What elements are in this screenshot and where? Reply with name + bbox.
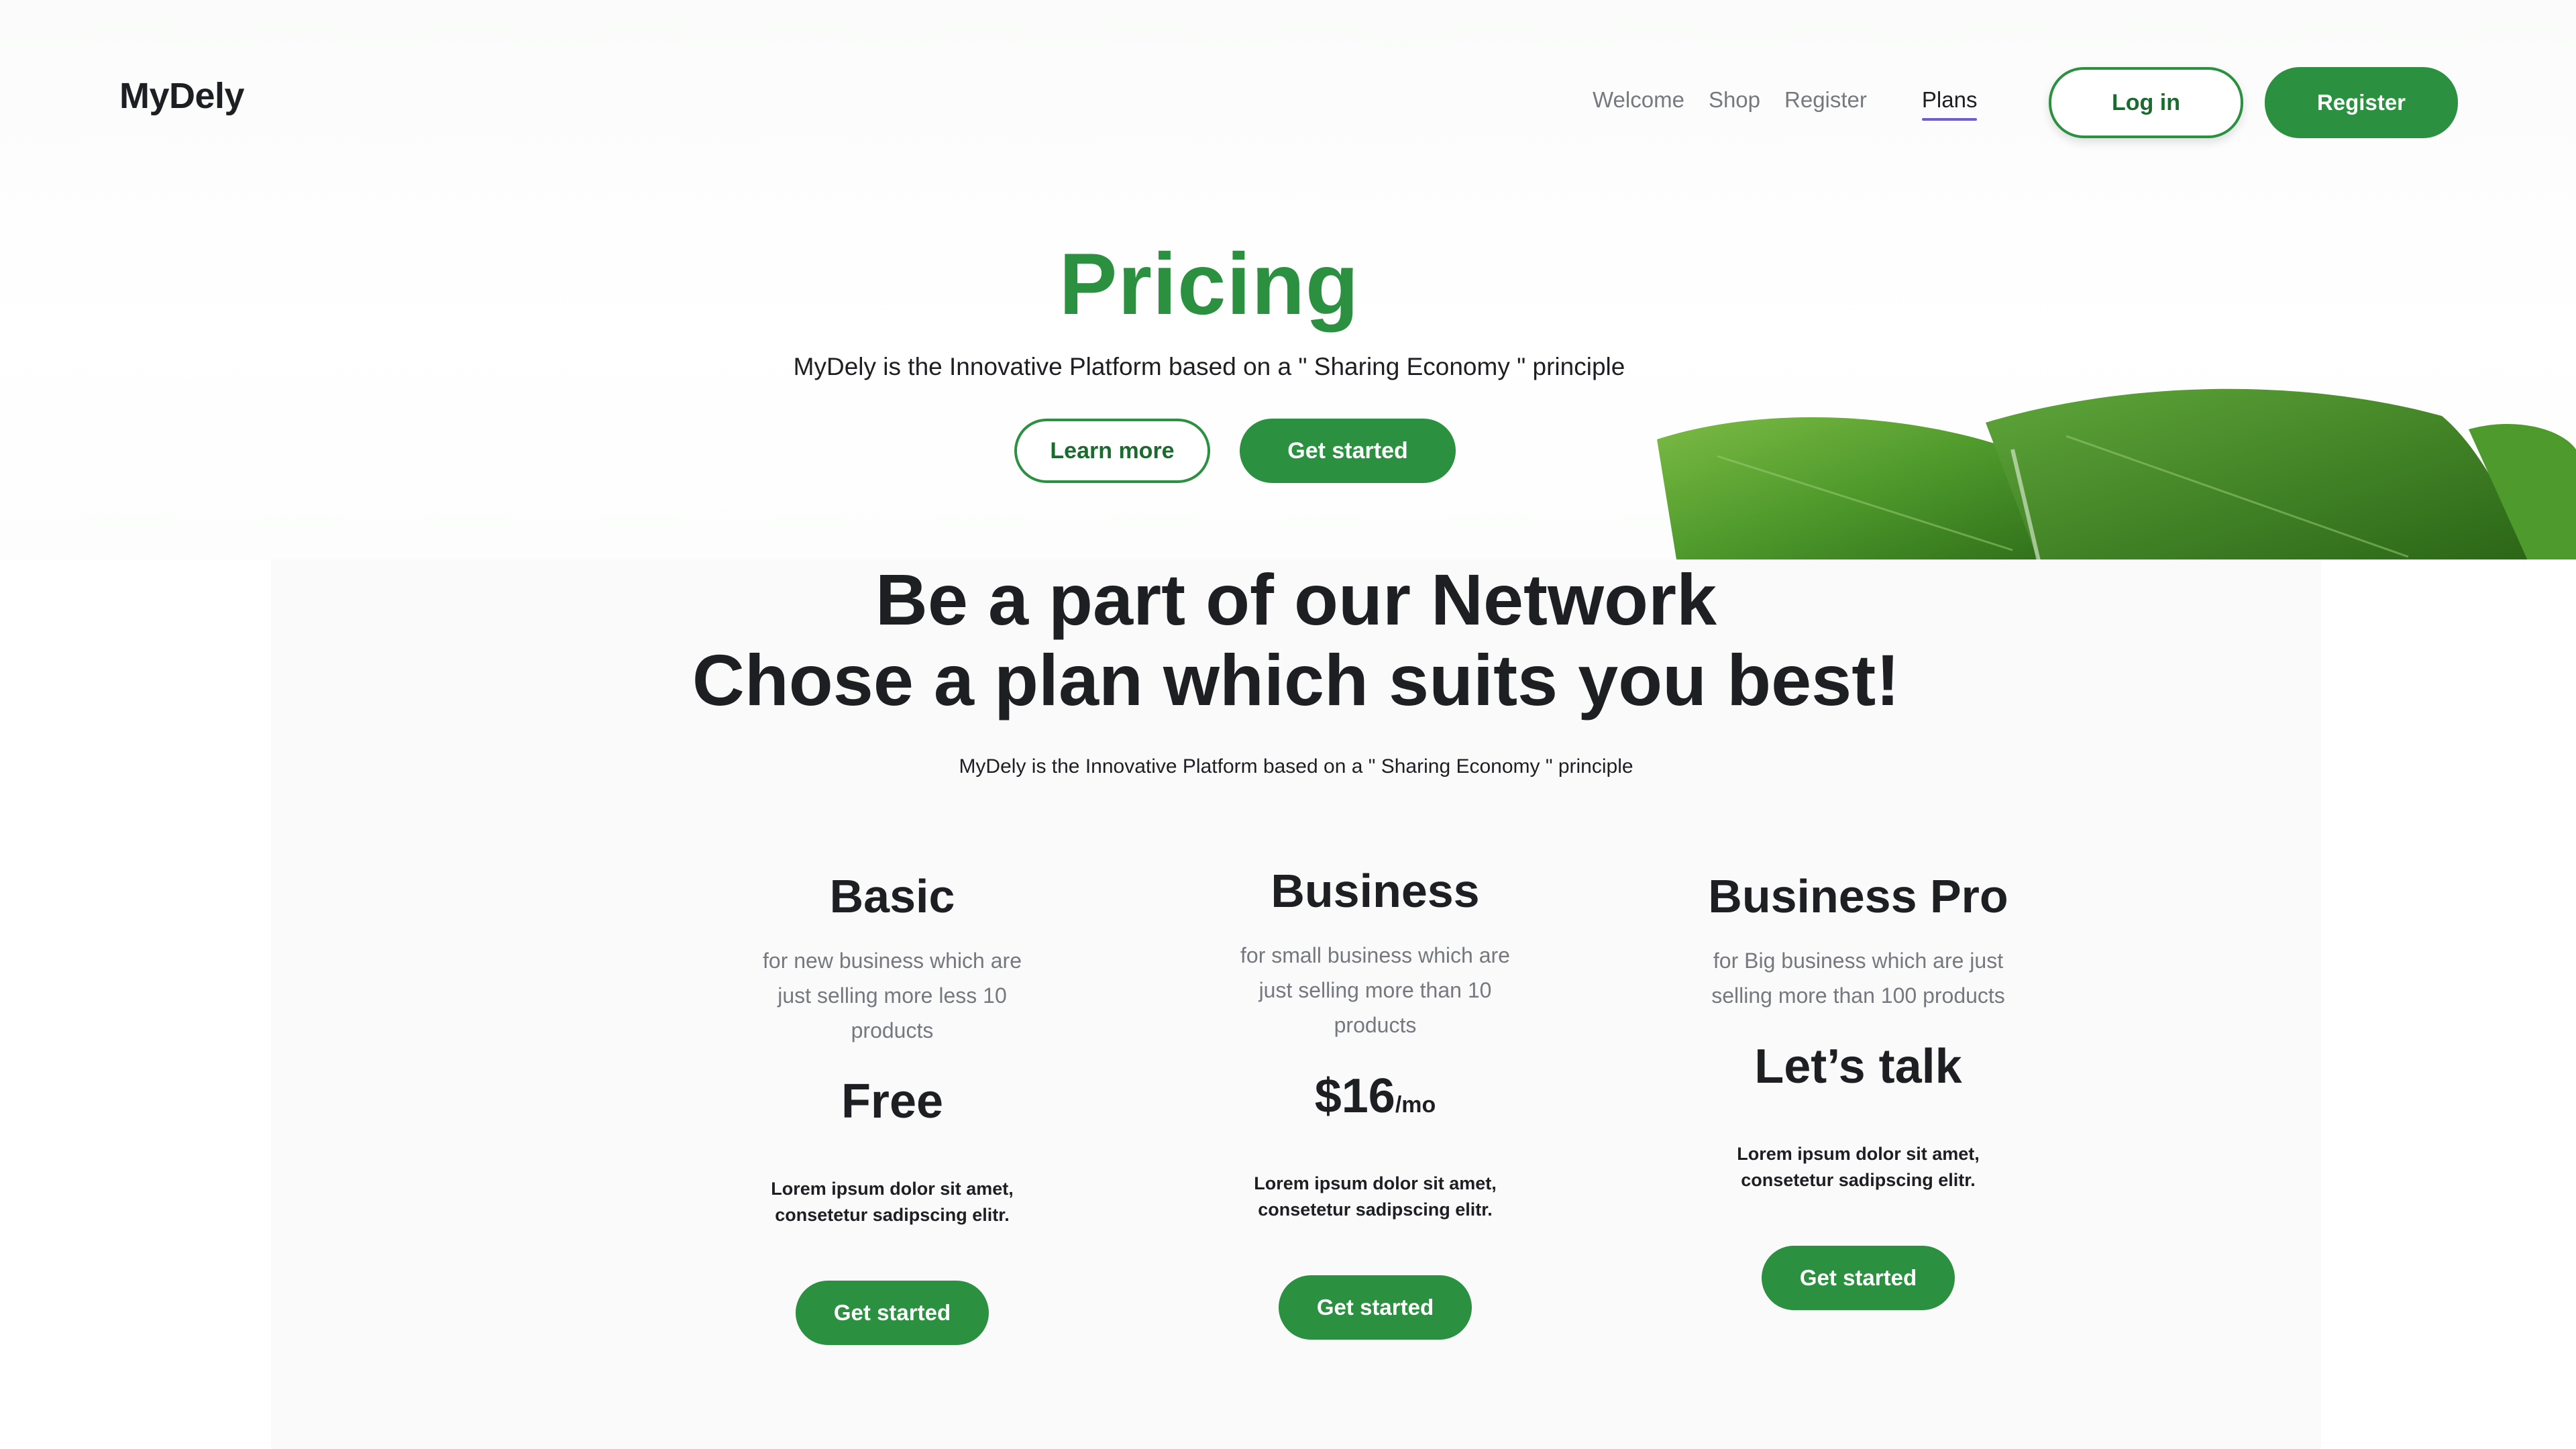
- plan-business-get-started-button[interactable]: Get started: [1279, 1275, 1472, 1340]
- monstera-leaf-illustration: [1657, 388, 2576, 559]
- plan-details: Lorem ipsum dolor sit amet, consetetur s…: [1254, 1173, 1497, 1220]
- plan-details: Lorem ipsum dolor sit amet, consetetur s…: [771, 1179, 1014, 1225]
- plan-basic-get-started-button[interactable]: Get started: [796, 1281, 989, 1345]
- plan-card-business-pro: Business Pro for Big business which are …: [1670, 868, 2046, 1310]
- plans-heading: Be a part of our Network Chose a plan wh…: [271, 559, 2321, 720]
- plans-heading-line1: Be a part of our Network: [875, 559, 1717, 640]
- plan-price-amount: $16: [1314, 1069, 1395, 1123]
- plan-price: Let’s talk: [1670, 1038, 2046, 1104]
- nav-link-register[interactable]: Register: [1784, 87, 1867, 113]
- plans-subtitle: MyDely is the Innovative Platform based …: [959, 755, 1633, 777]
- register-button[interactable]: Register: [2265, 67, 2458, 138]
- nav-link-welcome[interactable]: Welcome: [1593, 87, 1684, 113]
- plan-description: for Big business which are just selling …: [1711, 949, 2005, 1008]
- login-button[interactable]: Log in: [2049, 67, 2243, 138]
- page: MyDely Welcome Shop Register Plans Log i…: [0, 0, 2576, 1449]
- plan-details: Lorem ipsum dolor sit amet, consetetur s…: [1737, 1144, 1980, 1190]
- plan-business-pro-get-started-button[interactable]: Get started: [1762, 1246, 1955, 1310]
- hero-get-started-button[interactable]: Get started: [1240, 419, 1456, 483]
- hero-subtitle: MyDely is the Innovative Platform based …: [793, 353, 1625, 380]
- plans-heading-line2: Chose a plan which suits you best!: [692, 639, 1900, 720]
- learn-more-button[interactable]: Learn more: [1014, 419, 1210, 483]
- plan-price: Free: [704, 1073, 1080, 1138]
- nav-link-plans[interactable]: Plans: [1921, 87, 1977, 121]
- plan-name: Basic: [829, 870, 955, 922]
- plan-price-amount: Free: [841, 1075, 944, 1128]
- plan-card-basic: Basic for new business which are just se…: [704, 868, 1080, 1345]
- main-nav: Welcome Shop Register Plans: [1593, 87, 2001, 121]
- plan-price-period: /mo: [1395, 1092, 1436, 1118]
- plan-price-amount: Let’s talk: [1754, 1040, 1962, 1093]
- plan-name: Business: [1271, 865, 1480, 917]
- plan-description: for small business which are just sellin…: [1240, 943, 1510, 1037]
- page-title: Pricing: [1059, 235, 1360, 333]
- plan-name: Business Pro: [1708, 870, 2008, 922]
- nav-link-shop[interactable]: Shop: [1709, 87, 1760, 113]
- brand-logo[interactable]: MyDely: [119, 75, 245, 117]
- hero-section: MyDely Welcome Shop Register Plans Log i…: [0, 0, 2576, 559]
- plan-description: for new business which are just selling …: [763, 949, 1022, 1042]
- plan-price: $16/mo: [1187, 1068, 1563, 1133]
- plan-card-business: Business for small business which are ju…: [1187, 863, 1563, 1340]
- plans-section: Be a part of our Network Chose a plan wh…: [271, 559, 2321, 1449]
